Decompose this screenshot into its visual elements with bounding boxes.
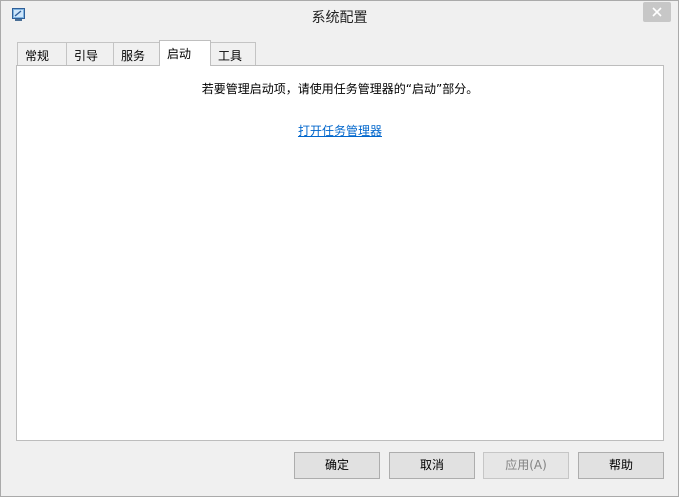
- open-task-manager-link[interactable]: 打开任务管理器: [17, 122, 663, 139]
- startup-tab-panel: 若要管理启动项，请使用任务管理器的“启动”部分。 打开任务管理器: [16, 65, 664, 441]
- ok-button[interactable]: 确定: [294, 452, 380, 479]
- close-button[interactable]: [643, 2, 671, 22]
- cancel-button[interactable]: 取消: [389, 452, 475, 479]
- system-configuration-window: 系统配置 常规 引导 服务 启动 工具 若要管理启动项，请使用任务管理器的“启动…: [0, 0, 679, 497]
- tab-label: 启动: [167, 47, 192, 61]
- tab-boot[interactable]: 引导: [66, 42, 114, 66]
- startup-message: 若要管理启动项，请使用任务管理器的“启动”部分。: [201, 82, 479, 96]
- tab-label: 引导: [74, 49, 99, 63]
- tab-general[interactable]: 常规: [17, 42, 67, 66]
- tab-label: 服务: [121, 49, 146, 63]
- apply-button[interactable]: 应用(A): [483, 452, 569, 479]
- tab-label: 工具: [218, 49, 243, 63]
- title-bar[interactable]: 系统配置: [1, 1, 678, 31]
- tab-label: 常规: [25, 49, 50, 63]
- tab-services[interactable]: 服务: [113, 42, 160, 66]
- tab-tools[interactable]: 工具: [210, 42, 256, 66]
- window-title: 系统配置: [311, 10, 368, 26]
- tab-startup[interactable]: 启动: [159, 40, 211, 66]
- close-icon: [652, 7, 662, 17]
- help-button[interactable]: 帮助: [578, 452, 664, 479]
